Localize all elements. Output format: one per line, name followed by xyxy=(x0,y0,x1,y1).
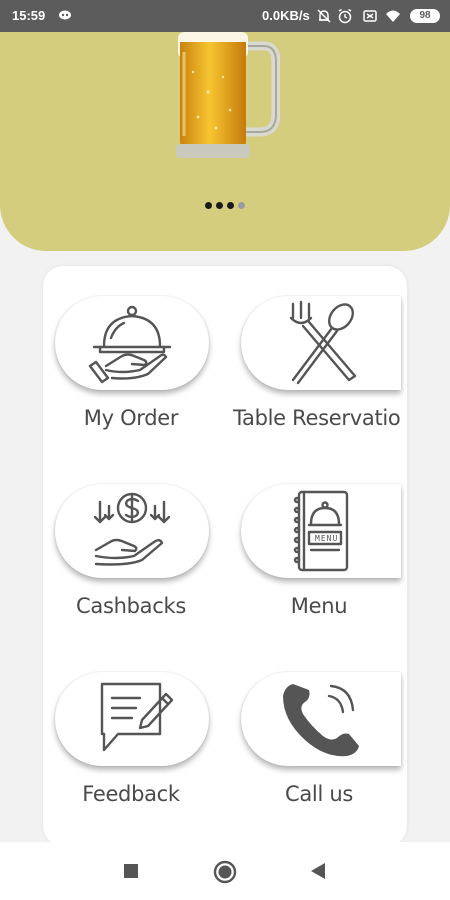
feedback-label: Feedback xyxy=(82,782,180,806)
home-circle-icon[interactable] xyxy=(213,860,237,884)
carousel-dot[interactable] xyxy=(205,202,212,209)
phone-call-icon xyxy=(283,684,359,757)
cashbacks-label: Cashbacks xyxy=(76,594,186,618)
promo-banner[interactable] xyxy=(0,32,450,251)
call-us-button[interactable] xyxy=(241,672,401,766)
table-reservation-label: Table Reservatio xyxy=(233,406,401,430)
menu-button[interactable]: MENU xyxy=(241,484,401,578)
feedback-note-icon xyxy=(100,682,174,752)
notification-icon xyxy=(59,10,71,20)
carousel-dot[interactable] xyxy=(227,202,234,209)
network-speed: 0.0KB/s xyxy=(262,8,310,23)
feedback-button[interactable] xyxy=(55,672,209,766)
wifi-icon xyxy=(386,10,400,22)
back-triangle-icon[interactable] xyxy=(311,863,325,879)
bell-off-icon xyxy=(317,9,331,23)
system-nav-bar xyxy=(0,842,450,900)
call-us-tile[interactable]: Call us xyxy=(231,642,407,806)
sim-icon xyxy=(363,10,377,22)
carousel-dot[interactable] xyxy=(238,202,245,209)
menu-card: My Order Table Reservatio Cashbacks MENU… xyxy=(43,266,407,846)
serving-cloche-icon xyxy=(88,305,172,384)
status-bar: 15:59 0.0KB/s 98 xyxy=(0,0,450,32)
battery-icon: 98 xyxy=(410,9,440,23)
status-time: 15:59 xyxy=(12,8,46,23)
table-reservation-button[interactable] xyxy=(241,296,401,390)
recents-square-icon[interactable] xyxy=(124,864,138,878)
menu-book-text: MENU xyxy=(315,534,339,543)
my-order-button[interactable] xyxy=(55,296,209,390)
fork-spoon-icon xyxy=(289,300,357,385)
cashback-hand-icon xyxy=(93,492,171,566)
carousel-dot[interactable] xyxy=(216,202,223,209)
menu-tile[interactable]: MENU Menu xyxy=(231,454,407,618)
feedback-tile[interactable]: Feedback xyxy=(43,642,219,806)
cashbacks-button[interactable] xyxy=(55,484,209,578)
my-order-tile[interactable]: My Order xyxy=(43,266,219,430)
cashbacks-tile[interactable]: Cashbacks xyxy=(43,454,219,618)
my-order-label: My Order xyxy=(83,406,179,430)
table-reservation-tile[interactable]: Table Reservatio xyxy=(231,266,407,430)
menu-book-icon xyxy=(293,490,349,572)
carousel-indicator xyxy=(0,202,450,209)
beer-mug-image xyxy=(176,32,280,158)
alarm-icon xyxy=(338,8,352,24)
menu-label: Menu xyxy=(290,594,348,618)
call-us-label: Call us xyxy=(284,782,354,806)
